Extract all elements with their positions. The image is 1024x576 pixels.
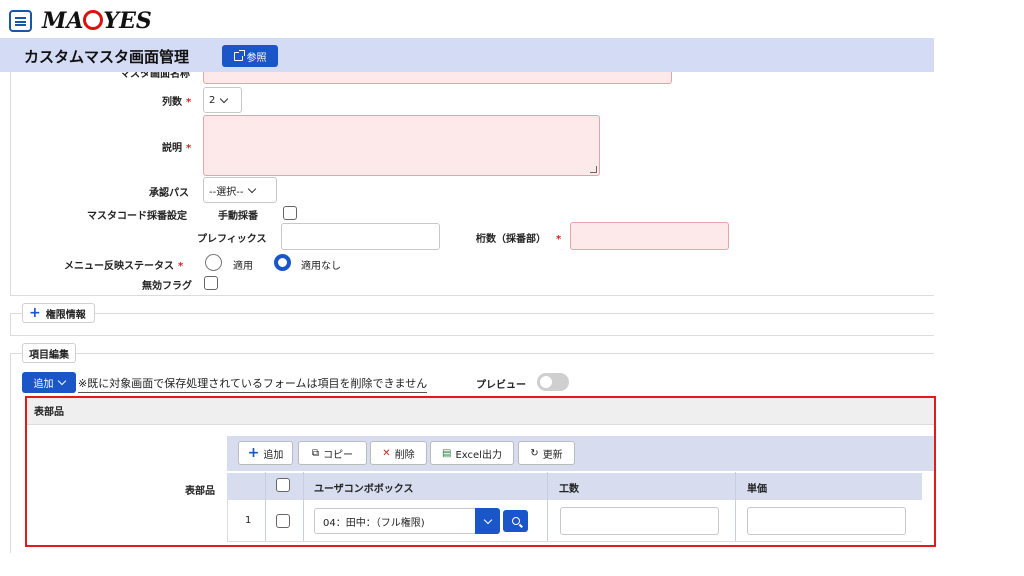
item-add-label: 追加 (33, 379, 54, 390)
logo: MA YES (42, 8, 152, 34)
description-label: 説明 * (162, 143, 192, 154)
permission-section-toggle[interactable]: + 権限情報 (22, 303, 95, 323)
toggle-knob (540, 376, 552, 388)
menu-status-label: メニュー反映ステータス * (64, 261, 184, 272)
columns-value: 2 (209, 94, 216, 106)
item-edit-divider (10, 353, 934, 354)
description-textarea[interactable] (203, 115, 600, 176)
digits-input[interactable] (570, 222, 729, 250)
logo-ring-icon (83, 10, 104, 30)
apply-label: 適用 (233, 261, 253, 272)
chevron-down-icon (57, 376, 66, 386)
no-apply-label: 適用なし (301, 261, 341, 272)
name-input[interactable] (203, 72, 672, 84)
hamburger-icon (15, 16, 26, 26)
preview-label: プレビュー (476, 380, 526, 391)
manual-number-checkbox[interactable] (283, 206, 297, 220)
page-title: カスタムマスタ画面管理 (24, 48, 190, 66)
highlight-box (25, 396, 936, 547)
invalid-flag-label: 無効フラグ (142, 281, 192, 292)
permission-section-label: 権限情報 (45, 309, 86, 321)
permission-frame-bottom (10, 335, 934, 336)
permission-divider (10, 313, 934, 314)
menu-button[interactable] (9, 10, 32, 32)
reference-button[interactable]: 参照 (222, 45, 278, 67)
external-link-icon (233, 49, 245, 61)
approval-label: 承認パス (149, 188, 189, 199)
name-label: マスタ画面名称 (120, 72, 190, 80)
approval-select[interactable]: --選択-- (203, 177, 277, 203)
permission-frame-left (10, 313, 11, 335)
resize-handle-icon[interactable] (590, 166, 597, 173)
invalid-flag-checkbox[interactable] (204, 276, 218, 290)
item-edit-section-label: 項目編集 (29, 349, 69, 361)
prefix-input[interactable] (281, 223, 440, 250)
item-edit-frame-left (10, 353, 11, 553)
digits-label: 桁数（採番部） * (476, 234, 562, 245)
chevron-down-icon (220, 94, 229, 103)
item-add-dropdown-button[interactable]: 追加 (22, 372, 76, 393)
delete-notice: ※既に対象画面で保存処理されているフォームは項目を削除できません (78, 375, 428, 393)
plus-icon: + (29, 305, 41, 321)
form-frame-bottom (10, 295, 934, 296)
manual-number-label: 手動採番 (218, 211, 258, 222)
preview-toggle[interactable] (537, 373, 569, 391)
truncated-row: マスタ画面名称 (0, 72, 1024, 86)
prefix-label: プレフィックス (197, 234, 267, 245)
form-frame-left (10, 72, 11, 295)
chevron-down-icon (248, 184, 257, 193)
reference-button-label: 参照 (246, 52, 267, 64)
master-code-label: マスタコード採番設定 (87, 211, 187, 222)
columns-label: 列数 * (162, 97, 192, 108)
item-edit-section-tab[interactable]: 項目編集 (22, 343, 76, 363)
columns-select[interactable]: 2 (203, 87, 242, 113)
approval-value: --選択-- (209, 186, 244, 198)
apply-radio[interactable] (205, 254, 222, 271)
no-apply-radio[interactable] (274, 254, 291, 271)
